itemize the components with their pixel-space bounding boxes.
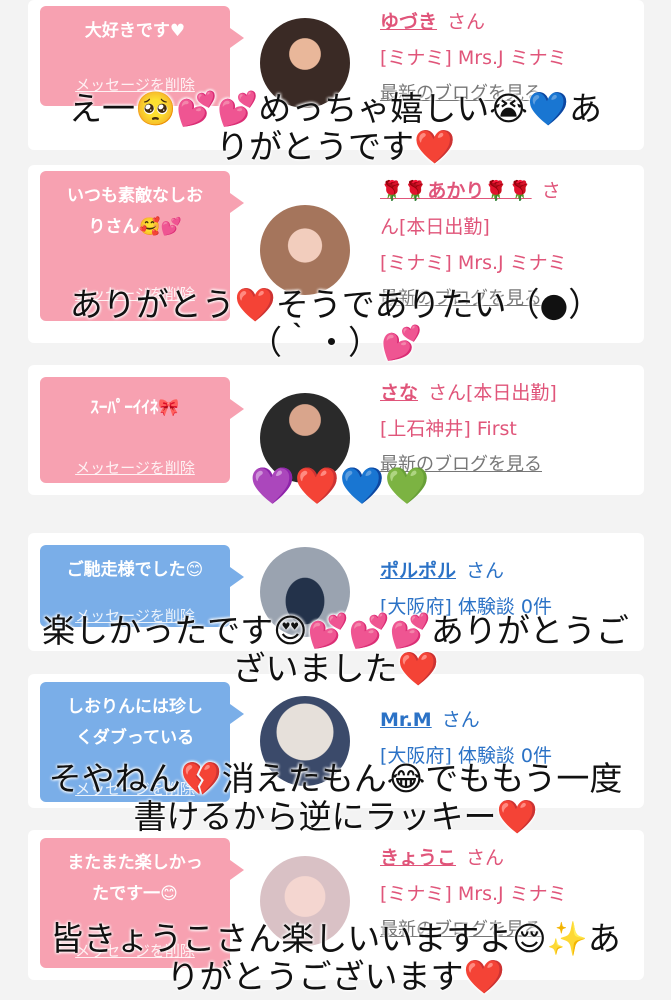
message-text-line2: りさん🥰💕 (88, 217, 182, 237)
status-badge: ん[本日出勤] (380, 216, 490, 238)
caption-line: ざいました❤️ (232, 649, 439, 688)
caption-line: 皆きょうこさん楽しいいますよ😌✨あ (50, 919, 621, 958)
caption-overlay: 皆きょうこさん楽しいいますよ😌✨あ りがとうございます❤️ (0, 920, 671, 996)
user-name-link[interactable]: さな (380, 382, 418, 404)
message-text-line1: またまた楽しかっ (67, 853, 203, 873)
caption-line: え一🥺💕💕めっちゃ嬉しい😭💙あ (69, 89, 602, 128)
caption-line: 書けるから逆にラッキー❤️ (133, 797, 538, 836)
shop-area[interactable]: [上石神井] First (380, 411, 630, 447)
message-text-line1: しおりんには珍し (67, 697, 203, 717)
caption-line: 楽しかったです😍💕💕💕ありがとうご (42, 611, 629, 650)
honorific: さ (541, 180, 561, 202)
caption-overlay: そやねん💔消えたもん😂でももう一度 書けるから逆にラッキー❤️ (0, 760, 671, 836)
user-name-link[interactable]: ポルポル (380, 560, 456, 582)
honorific: さん (441, 709, 480, 731)
message-text-line1: いつも素敵なしお (67, 186, 203, 206)
avatar[interactable] (260, 205, 350, 295)
user-name-link[interactable]: 🌹🌹あかり🌹🌹 (380, 180, 532, 202)
shop-area[interactable]: [ミナミ] Mrs.J ミナミ (380, 245, 630, 281)
caption-line: そやねん💔消えたもん😂でももう一度 (48, 759, 623, 798)
caption-line: ありがとう❤️そうでありたい（●） (69, 285, 602, 324)
caption-overlay: え一🥺💕💕めっちゃ嬉しい😭💙あ りがとうです❤️ (0, 90, 671, 166)
caption-line: りがとうございます❤️ (166, 957, 505, 996)
user-name-link[interactable]: Mr.M (380, 709, 432, 731)
message-text: 大好きです♥ (84, 21, 186, 41)
caption-overlay: 楽しかったです😍💕💕💕ありがとうご ざいました❤️ (0, 612, 671, 688)
delete-message-link[interactable]: メッセージを削除 (40, 457, 230, 478)
message-text-line2: たです一😊 (92, 884, 178, 904)
message-text: ご馳走様でした😊 (66, 560, 204, 580)
heart-emojis: 💜❤️💙💚 (250, 466, 430, 507)
user-name-link[interactable]: きょうこ (380, 847, 456, 869)
caption-overlay: ありがとう❤️そうでありたい（●） （｀・）💕 (0, 286, 671, 362)
honorific: さん (466, 847, 505, 869)
message-bubble: ｽｰﾊﾟｰｲｲﾈ🎀 メッセージを削除 (40, 377, 244, 483)
caption-line: （｀・）💕 (248, 323, 423, 362)
honorific: さん[本日出勤] (428, 382, 557, 404)
user-name-link[interactable]: ゆづき (380, 11, 437, 33)
shop-area[interactable]: [ミナミ] Mrs.J ミナミ (380, 40, 630, 76)
message-text-line2: くダブっている (75, 728, 195, 748)
message-text: ｽｰﾊﾟｰｲｲﾈ🎀 (90, 398, 180, 418)
caption-line: りがとうです❤️ (215, 127, 456, 166)
shop-area[interactable]: [ミナミ] Mrs.J ミナミ (380, 876, 630, 912)
honorific: さん (447, 11, 486, 33)
honorific: さん (466, 560, 505, 582)
